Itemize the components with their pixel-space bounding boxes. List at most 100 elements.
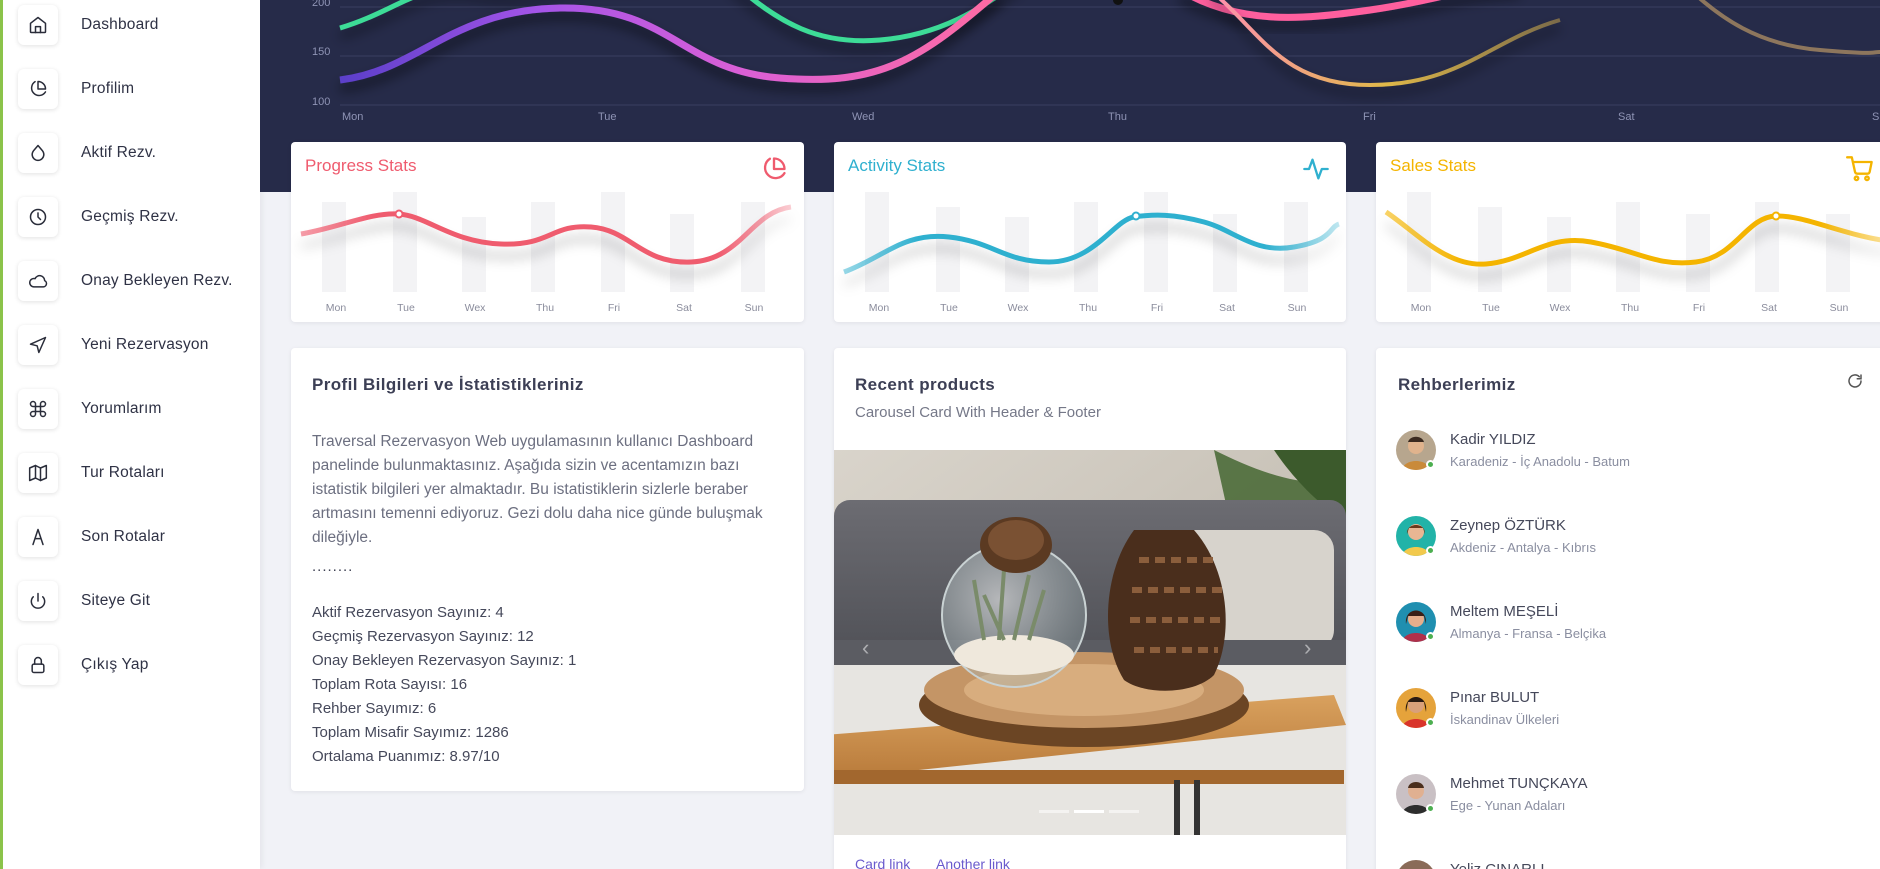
guide-name: Kadir YILDIZ (1450, 431, 1536, 448)
online-indicator (1426, 718, 1435, 727)
carousel-indicator[interactable] (1039, 810, 1069, 813)
carousel-next-arrow[interactable]: › (1304, 635, 1311, 661)
guide-item[interactable]: Mehmet TUNÇKAYA Ege - Yunan Adaları (1396, 774, 1816, 824)
guide-item[interactable]: Yeliz ÇINARLI (1396, 860, 1816, 869)
day-label: Sat (676, 302, 692, 314)
day-label: Wex (1007, 302, 1029, 314)
day-label: Tue (1482, 302, 1500, 314)
lock-icon (18, 645, 58, 685)
day-label: Mon (1410, 302, 1432, 314)
table-edge (834, 770, 1344, 784)
guide-route: Almanya - Fransa - Belçika (1450, 626, 1607, 641)
sidebar-item-dashboard[interactable]: Dashboard (18, 5, 258, 45)
sidebar-item-label: Siteye Git (81, 592, 151, 609)
sidebar-item-yorumlarim[interactable]: Yorumlarım (18, 389, 258, 429)
bar-group (865, 192, 1308, 292)
bar (393, 192, 417, 292)
sidebar-item-profilim[interactable]: Profilim (18, 69, 258, 109)
bar (462, 217, 486, 292)
guide-item[interactable]: Pınar BULUT İskandinav Ülkeleri (1396, 688, 1816, 738)
another-link[interactable]: Another link (936, 856, 1010, 869)
bar (531, 202, 555, 292)
bar (936, 207, 960, 292)
stat-line: Ortalama Puanımız: 8.97/10 (312, 748, 500, 765)
card-title: Recent products (855, 375, 996, 394)
bar-group (322, 192, 765, 292)
sidebar-item-gecmis-rezv[interactable]: Geçmiş Rezv. (18, 197, 258, 237)
x-tick-label: Mon (342, 111, 364, 123)
carousel-indicator[interactable] (1109, 810, 1139, 813)
guide-name: Meltem MEŞELİ (1450, 603, 1559, 620)
x-tick-label: Fri (1363, 111, 1376, 123)
guide-item[interactable]: Kadir YILDIZ Karadeniz - İç Anadolu - Ba… (1396, 430, 1816, 480)
x-tick-label: S (1872, 111, 1880, 123)
cloud-icon (18, 261, 58, 301)
table-leg (1194, 780, 1200, 835)
activity-sparkline (843, 192, 1341, 292)
chart-point (1771, 211, 1781, 221)
x-tick-label: Wed (852, 111, 875, 123)
sidebar-item-onay-bekleyen-rezv[interactable]: Onay Bekleyen Rezv. (18, 261, 258, 301)
sales-sparkline (1384, 192, 1880, 292)
sidebar-item-label: Geçmiş Rezv. (81, 208, 179, 225)
bar (670, 214, 694, 292)
day-label: Fri (607, 302, 621, 314)
stat-line: Onay Bekleyen Rezervasyon Sayınız: 1 (312, 652, 577, 669)
progress-sparkline (300, 192, 792, 292)
guide-item[interactable]: Zeynep ÖZTÜRK Akdeniz - Antalya - Kıbrıs (1396, 516, 1816, 566)
bar (601, 192, 625, 292)
pinecone-large (1107, 530, 1226, 691)
carousel-indicator-active[interactable] (1074, 810, 1104, 813)
day-label: Thu (535, 302, 555, 314)
sidebar-item-aktif-rezv[interactable]: Aktif Rezv. (18, 133, 258, 173)
profile-intro: Traversal Rezervasyon Web uygulamasının … (312, 433, 763, 546)
bar (1686, 214, 1710, 292)
day-label: Fri (1692, 302, 1706, 314)
guide-name: Mehmet TUNÇKAYA (1450, 775, 1588, 792)
series-line-green (339, 0, 414, 31)
sidebar-item-yeni-rezervasyon[interactable]: Yeni Rezervasyon (18, 325, 258, 365)
card-title: Rehberlerimiz (1398, 375, 1516, 394)
profile-stats-card: Profil Bilgileri ve İstatistikleriniz Tr… (291, 348, 804, 791)
bar (1478, 207, 1502, 292)
x-tick-label: Thu (1108, 111, 1127, 123)
day-label: Fri (1150, 302, 1164, 314)
droplet-icon (18, 133, 58, 173)
day-label: Mon (868, 302, 890, 314)
sidebar-item-siteye-git[interactable]: Siteye Git (18, 581, 258, 621)
clock-icon (18, 197, 58, 237)
sidebar-item-tur-rotalari[interactable]: Tur Rotaları (18, 453, 258, 493)
sales-stats-card: Sales Stats Mon Tue Wex Thu Fri Sat Sun (1376, 142, 1880, 322)
online-indicator (1426, 632, 1435, 641)
activity-icon[interactable] (1302, 155, 1332, 185)
pie-chart-icon[interactable] (760, 155, 790, 185)
pinecone-small-top (988, 520, 1044, 560)
day-label: Wex (1549, 302, 1571, 314)
activity-stats-card: Activity Stats Mon Tue Wex Thu Fri Sat S… (834, 142, 1346, 322)
sidebar-item-son-rotalar[interactable]: Son Rotalar (18, 517, 258, 557)
guide-item[interactable]: Meltem MEŞELİ Almanya - Fransa - Belçika (1396, 602, 1816, 652)
refresh-icon[interactable] (1846, 372, 1864, 390)
sidebar-item-label: Son Rotalar (81, 528, 166, 545)
online-indicator (1426, 546, 1435, 555)
y-tick-label: 100 (312, 96, 331, 108)
chart-point (1113, 0, 1123, 5)
carousel-prev-arrow[interactable]: ‹ (862, 635, 869, 661)
day-label: Mon (325, 302, 347, 314)
avatar (1396, 860, 1436, 869)
card-link[interactable]: Card link (855, 856, 910, 869)
guide-route: Ege - Yunan Adaları (1450, 798, 1566, 813)
day-label: Sat (1219, 302, 1235, 314)
online-indicator (1426, 804, 1435, 813)
online-indicator (1426, 460, 1435, 469)
bar (1144, 192, 1168, 292)
cart-icon[interactable] (1846, 155, 1876, 185)
sand (954, 635, 1074, 675)
stat-line: Rehber Sayımız: 6 (312, 700, 437, 717)
card-title: Progress Stats (305, 156, 417, 175)
day-label: Tue (397, 302, 415, 314)
day-label: Tue (940, 302, 958, 314)
stat-line: Aktif Rezervasyon Sayınız: 4 (312, 604, 504, 621)
guide-route: Karadeniz - İç Anadolu - Batum (1450, 454, 1630, 469)
sidebar-item-cikis-yap[interactable]: Çıkış Yap (18, 645, 258, 685)
